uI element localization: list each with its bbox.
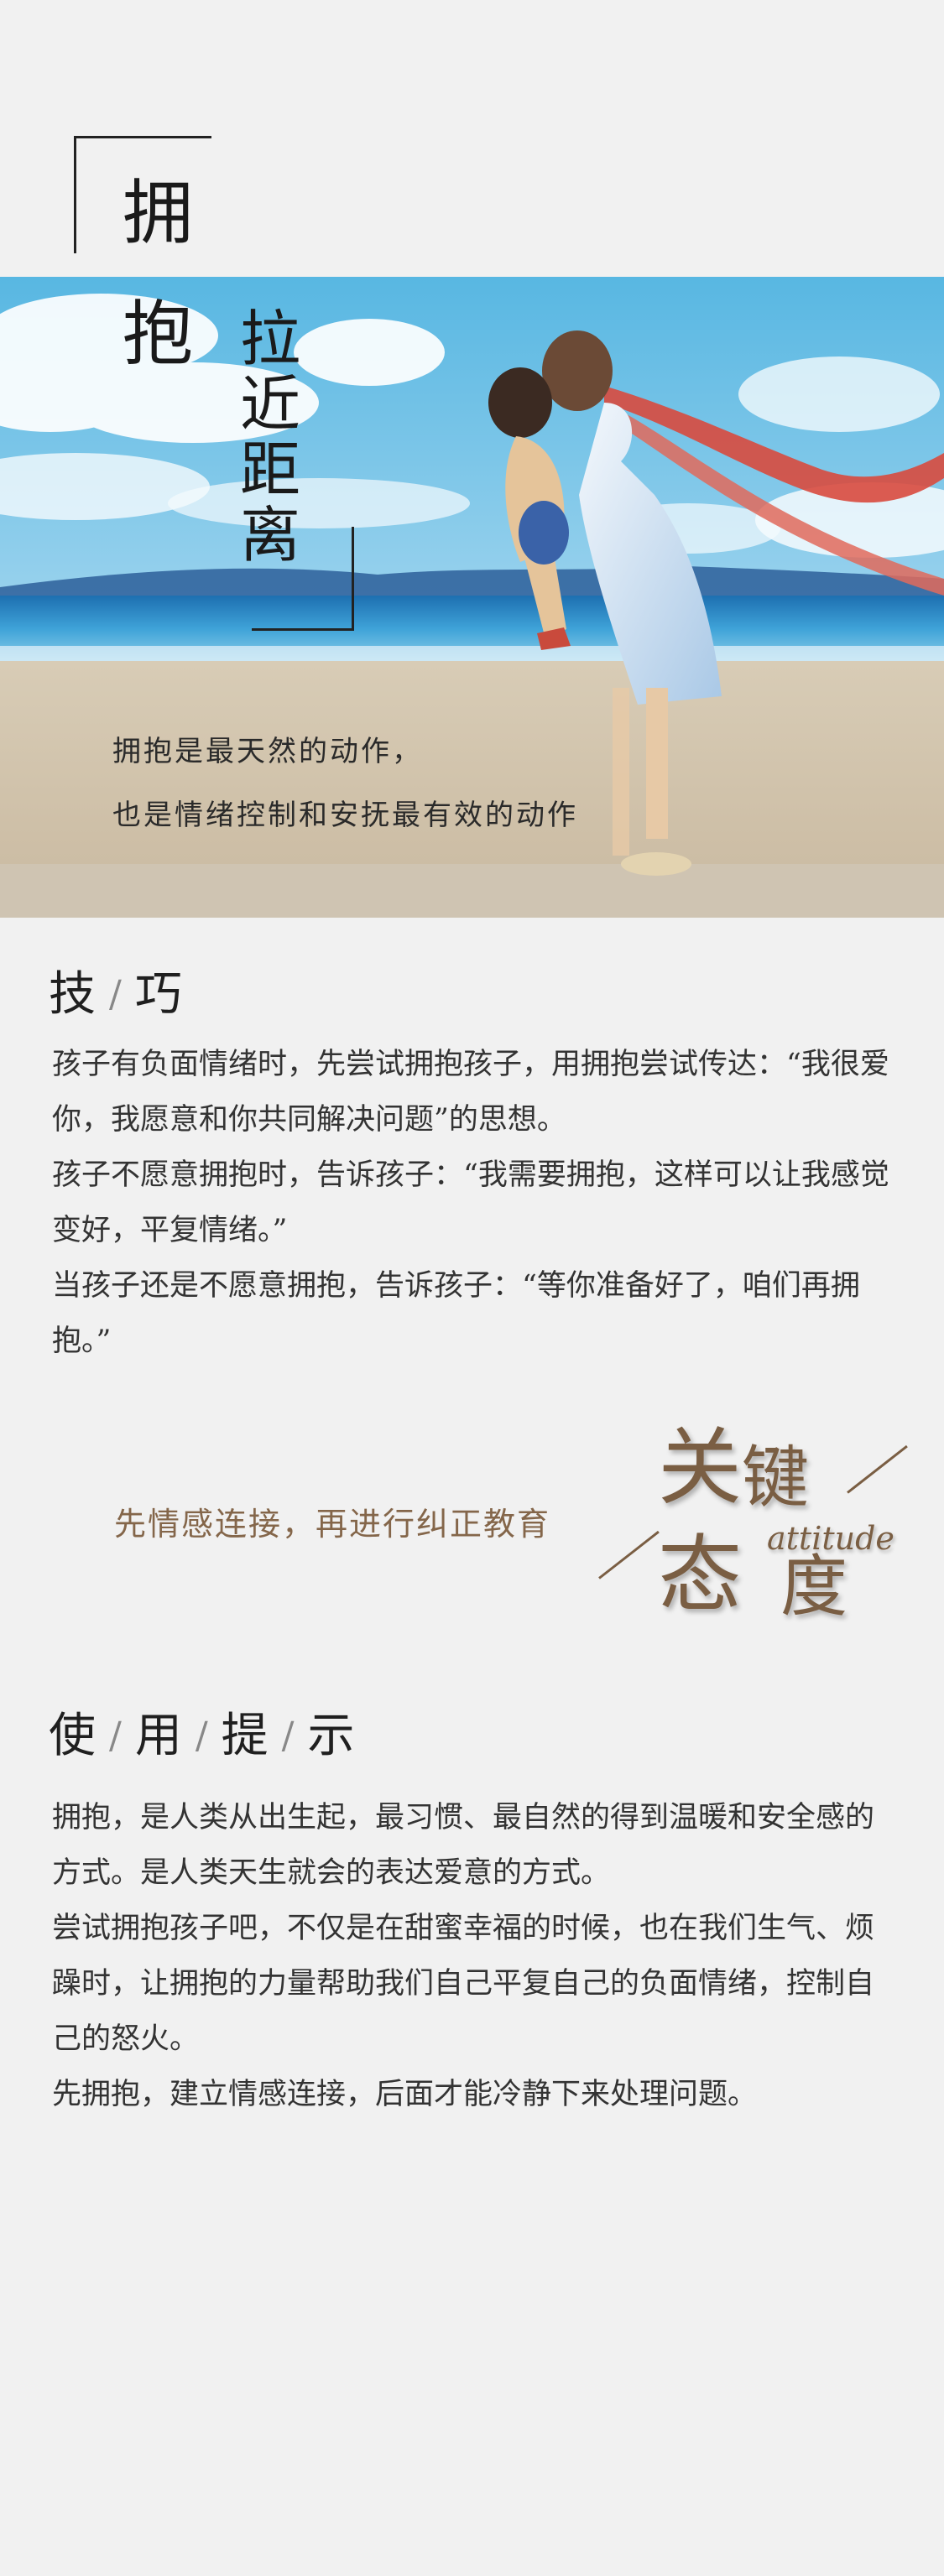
tips-heading: 使 / 用 / 提 / 示 bbox=[49, 1698, 356, 1766]
tips-paragraph: 先拥抱，建立情感连接，后面才能冷静下来处理问题。 bbox=[52, 2078, 758, 2111]
skills-text: 孩子有负面情绪时，先尝试拥抱孩子，用拥抱尝试传达：“我很爱你，我愿意和你共同解决… bbox=[52, 1037, 900, 1369]
heading-char: 使 bbox=[49, 1709, 97, 1763]
decorative-slash bbox=[847, 1444, 908, 1494]
tips-paragraph: 尝试拥抱孩子吧，不仅是在甜蜜幸福的时候，也在我们生气、烦躁时，让拥抱的力量帮助我… bbox=[52, 1912, 875, 2056]
decorative-slash bbox=[598, 1530, 660, 1579]
key-attitude-english: attitude bbox=[767, 1520, 894, 1557]
heading-divider: / bbox=[109, 1715, 123, 1757]
heading-divider: / bbox=[109, 973, 123, 1016]
skills-paragraph: 孩子不愿意拥抱时，告诉孩子：“我需要拥抱，这样可以让我感觉变好，平复情绪。” bbox=[52, 1158, 889, 1247]
key-attitude-char: 态 bbox=[658, 1526, 742, 1624]
hero-caption-line1: 拥抱是最天然的动作， bbox=[112, 735, 423, 768]
title-char: 拥 bbox=[123, 172, 194, 254]
heading-char: 提 bbox=[221, 1709, 270, 1763]
title-char: 抱 bbox=[123, 293, 194, 375]
heading-divider: / bbox=[195, 1715, 210, 1757]
skills-paragraph: 当孩子还是不愿意拥抱，告诉孩子：“等你准备好了，咱们再拥抱。” bbox=[52, 1269, 860, 1358]
heading-char: 示 bbox=[307, 1709, 357, 1763]
hero-caption-line2: 也是情绪控制和安抚最有效的动作 bbox=[112, 799, 578, 832]
key-attitude-char: 度 bbox=[780, 1548, 848, 1626]
subtitle-corner-bracket bbox=[252, 527, 354, 631]
heading-char: 巧 bbox=[134, 967, 184, 1022]
skills-heading: 技 / 巧 bbox=[49, 956, 184, 1024]
tips-paragraph: 拥抱，是人类从出生起，最习惯、最自然的得到温暖和安全感的方式。是人类天生就会的表… bbox=[52, 1801, 875, 1890]
heading-char: 技 bbox=[49, 967, 97, 1022]
key-attitude-text: 先情感连接，再进行纠正教育 bbox=[114, 1506, 551, 1543]
heading-divider: / bbox=[281, 1715, 296, 1757]
key-attitude-char: 键 bbox=[742, 1439, 809, 1517]
heading-char: 用 bbox=[134, 1709, 184, 1763]
tips-text: 拥抱，是人类从出生起，最习惯、最自然的得到温暖和安全感的方式。是人类天生就会的表… bbox=[52, 1790, 900, 2122]
subtitle-char: 拉 bbox=[240, 304, 301, 374]
skills-paragraph: 孩子有负面情绪时，先尝试拥抱孩子，用拥抱尝试传达：“我很爱你，我愿意和你共同解决… bbox=[52, 1048, 889, 1137]
subtitle-char: 距 bbox=[240, 435, 301, 505]
key-attitude-char: 关 bbox=[658, 1418, 742, 1517]
subtitle-char: 近 bbox=[240, 369, 301, 440]
